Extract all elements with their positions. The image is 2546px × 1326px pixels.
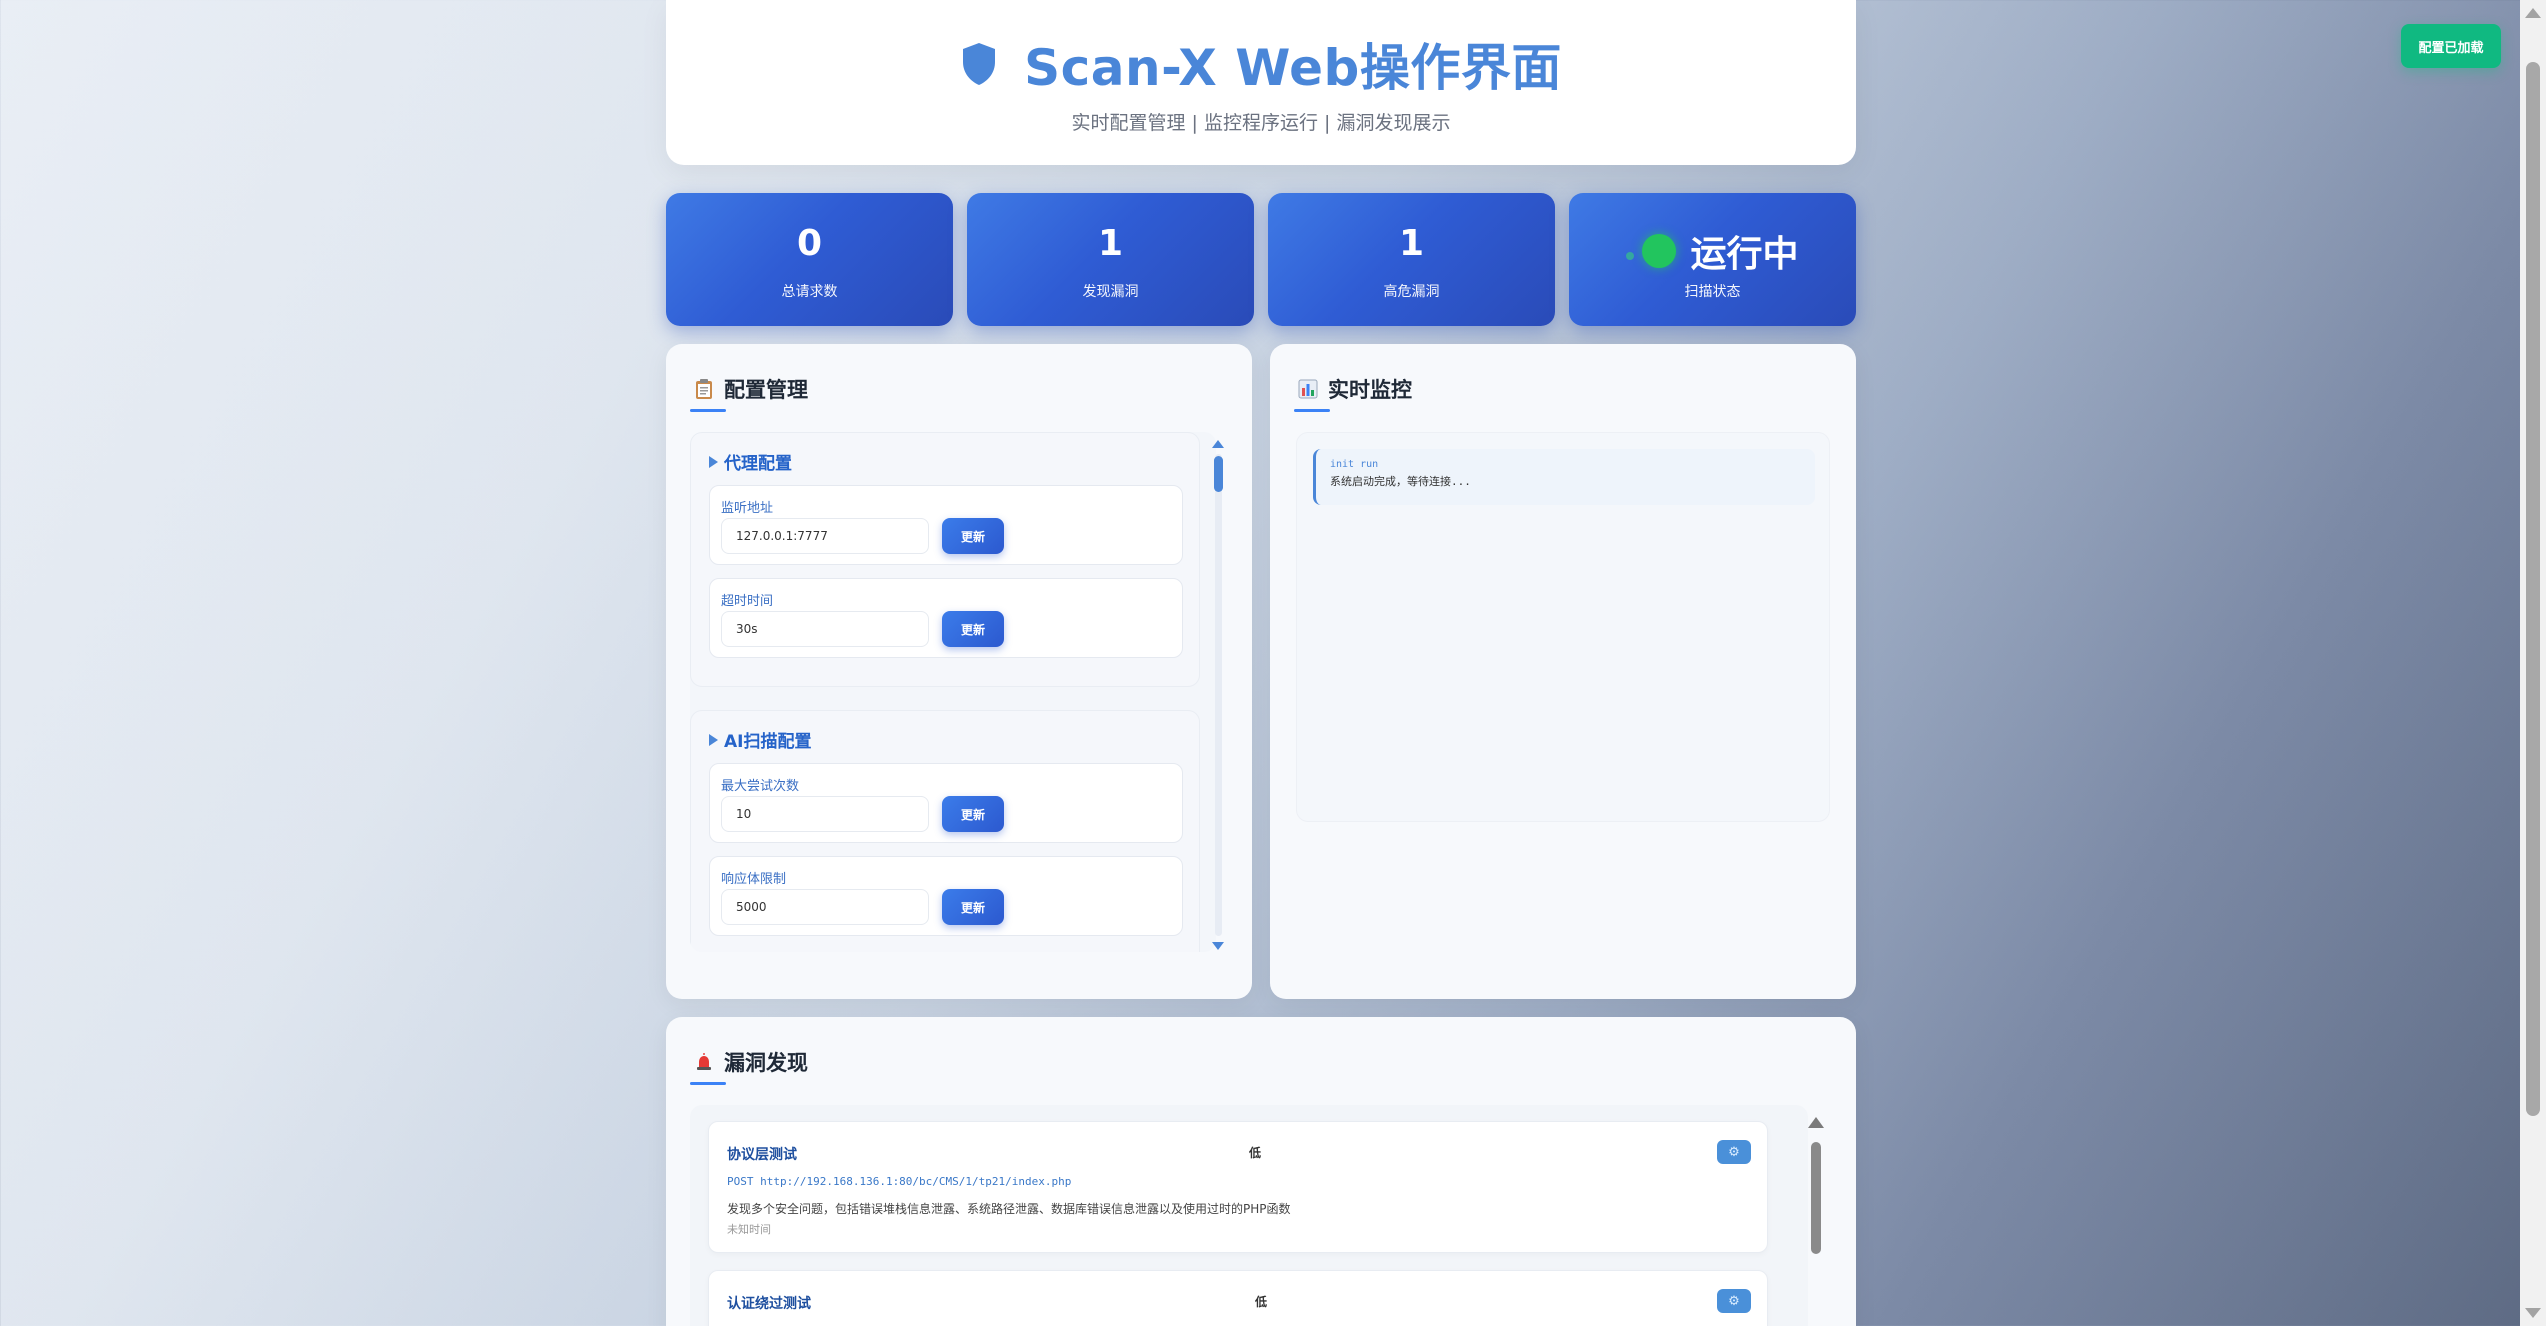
vuln-title-text: 漏洞发现 (724, 1051, 808, 1075)
group-title[interactable]: 代理配置 (709, 449, 792, 474)
field-label: 响应体限制 (721, 872, 787, 887)
config-loaded-badge: 配置已加载 (2401, 24, 2501, 68)
update-max-attempts-button[interactable]: 更新 (942, 796, 1004, 832)
monitor-panel: 实时监控 init run 系统启动完成，等待连接... (1270, 344, 1856, 999)
stat-label: 扫描状态 (1684, 284, 1741, 300)
field-timeout: 超时时间 30s 更新 (709, 578, 1183, 658)
stat-label: 高危漏洞 (1383, 284, 1440, 300)
scroll-down-arrow[interactable] (1212, 942, 1224, 950)
log-console[interactable]: init run 系统启动完成，等待连接... (1296, 432, 1830, 822)
config-title-text: 配置管理 (724, 378, 808, 402)
scroll-thumb[interactable] (1811, 1142, 1821, 1254)
vuln-card[interactable]: 协议层测试 低 ⚙ POST http://192.168.136.1:80/b… (708, 1121, 1768, 1253)
stat-value: 1 (1097, 223, 1124, 264)
stat-vulns-found: 1 发现漏洞 (967, 193, 1254, 326)
stat-total-requests: 0 总请求数 (666, 193, 953, 326)
title-underline (690, 409, 726, 412)
field-response-limit: 响应体限制 5000 更新 (709, 856, 1183, 936)
update-listen-address-button[interactable]: 更新 (942, 518, 1004, 554)
vuln-severity: 低 (1255, 1295, 1268, 1309)
vuln-card[interactable]: 认证绕过测试 低 ⚙ (708, 1270, 1768, 1326)
vuln-time: 未知时间 (727, 1223, 771, 1236)
expand-triangle-icon (709, 455, 718, 468)
group-title-text: 代理配置 (724, 454, 792, 474)
vuln-scrollbar[interactable] (1808, 1117, 1824, 1326)
group-title[interactable]: AI扫描配置 (709, 727, 811, 752)
scroll-down-arrow[interactable] (2525, 1308, 2541, 1318)
field-label: 监听地址 (721, 501, 774, 516)
scroll-track[interactable] (1215, 454, 1222, 936)
stat-label: 发现漏洞 (1082, 284, 1139, 300)
scroll-up-arrow[interactable] (1212, 440, 1224, 448)
field-max-attempts: 最大尝试次数 10 更新 (709, 763, 1183, 843)
log-entry: init run 系统启动完成，等待连接... (1313, 449, 1815, 505)
field-label: 最大尝试次数 (721, 779, 800, 794)
update-response-limit-button[interactable]: 更新 (942, 889, 1004, 925)
update-timeout-button[interactable]: 更新 (942, 611, 1004, 647)
page-subtitle: 实时配置管理 | 监控程序运行 | 漏洞发现展示 (1071, 112, 1451, 134)
clipboard-icon (696, 379, 712, 399)
config-panel: 配置管理 代理配置 监听地址 127.0.0.1:7777 更新 超时时间 30… (666, 344, 1252, 999)
vuln-severity: 低 (1249, 1146, 1262, 1160)
config-group-proxy: 代理配置 监听地址 127.0.0.1:7777 更新 超时时间 30s 更新 (690, 432, 1200, 687)
expand-triangle-icon (709, 733, 718, 746)
vuln-request: POST http://192.168.136.1:80/bc/CMS/1/tp… (727, 1175, 1072, 1188)
monitor-panel-title: 实时监控 (1298, 374, 1412, 404)
vuln-name: 认证绕过测试 (727, 1296, 811, 1312)
vuln-name: 协议层测试 (727, 1147, 797, 1163)
page-title: Scan-X Web操作界面 (1024, 39, 1562, 97)
scroll-up-arrow[interactable] (2525, 8, 2541, 18)
vuln-panel-title: 漏洞发现 (694, 1047, 808, 1077)
stat-high-risk: 1 高危漏洞 (1268, 193, 1555, 326)
listen-address-input[interactable]: 127.0.0.1:7777 (721, 518, 929, 554)
page-scrollbar[interactable] (2520, 0, 2546, 1326)
stat-value: 0 (796, 223, 823, 264)
vuln-list[interactable]: 协议层测试 低 ⚙ POST http://192.168.136.1:80/b… (690, 1105, 1808, 1326)
config-scroll-area[interactable]: 代理配置 监听地址 127.0.0.1:7777 更新 超时时间 30s 更新 … (690, 432, 1216, 952)
title-underline (690, 1082, 726, 1085)
scroll-up-arrow[interactable] (1808, 1117, 1824, 1128)
vuln-detail-gear-icon[interactable]: ⚙ (1717, 1140, 1751, 1164)
stat-value: 1 (1398, 223, 1425, 264)
title-underline (1294, 409, 1330, 412)
field-label: 超时时间 (721, 594, 774, 609)
log-entry-head: init run (1330, 459, 1379, 470)
monitor-title-text: 实时监控 (1328, 378, 1412, 402)
scroll-thumb[interactable] (1214, 456, 1223, 492)
log-entry-message: 系统启动完成，等待连接... (1330, 475, 1471, 488)
bar-chart-icon (1298, 379, 1318, 399)
stat-scan-status: 运行中 扫描状态 (1569, 193, 1856, 326)
response-limit-input[interactable]: 5000 (721, 889, 929, 925)
siren-icon (697, 1053, 711, 1070)
group-title-text: AI扫描配置 (724, 732, 812, 752)
config-panel-title: 配置管理 (694, 374, 808, 404)
vuln-detail-gear-icon[interactable]: ⚙ (1717, 1289, 1751, 1313)
status-pulse-dot (1626, 252, 1635, 260)
stat-label: 总请求数 (781, 284, 838, 300)
timeout-input[interactable]: 30s (721, 611, 929, 647)
vuln-description: 发现多个安全问题，包括错误堆栈信息泄露、系统路径泄露、数据库错误信息泄露以及使用… (727, 1202, 1291, 1216)
stats-row: 0 总请求数 1 发现漏洞 1 高危漏洞 运行中 扫描状态 (666, 193, 1856, 326)
status-value: 运行中 (1690, 234, 1799, 275)
page-header: Scan-X Web操作界面 实时配置管理 | 监控程序运行 | 漏洞发现展示 (666, 0, 1856, 165)
shield-icon (963, 43, 996, 85)
vuln-panel: 漏洞发现 协议层测试 低 ⚙ POST http://192.168.136.1… (666, 1017, 1856, 1326)
running-indicator-icon (1642, 234, 1677, 268)
page-scroll-thumb[interactable] (2526, 62, 2540, 1116)
max-attempts-input[interactable]: 10 (721, 796, 929, 832)
config-group-ai-scan: AI扫描配置 最大尝试次数 10 更新 响应体限制 5000 更新 (690, 710, 1200, 952)
config-scrollbar[interactable] (1212, 440, 1224, 950)
field-listen-address: 监听地址 127.0.0.1:7777 更新 (709, 485, 1183, 565)
